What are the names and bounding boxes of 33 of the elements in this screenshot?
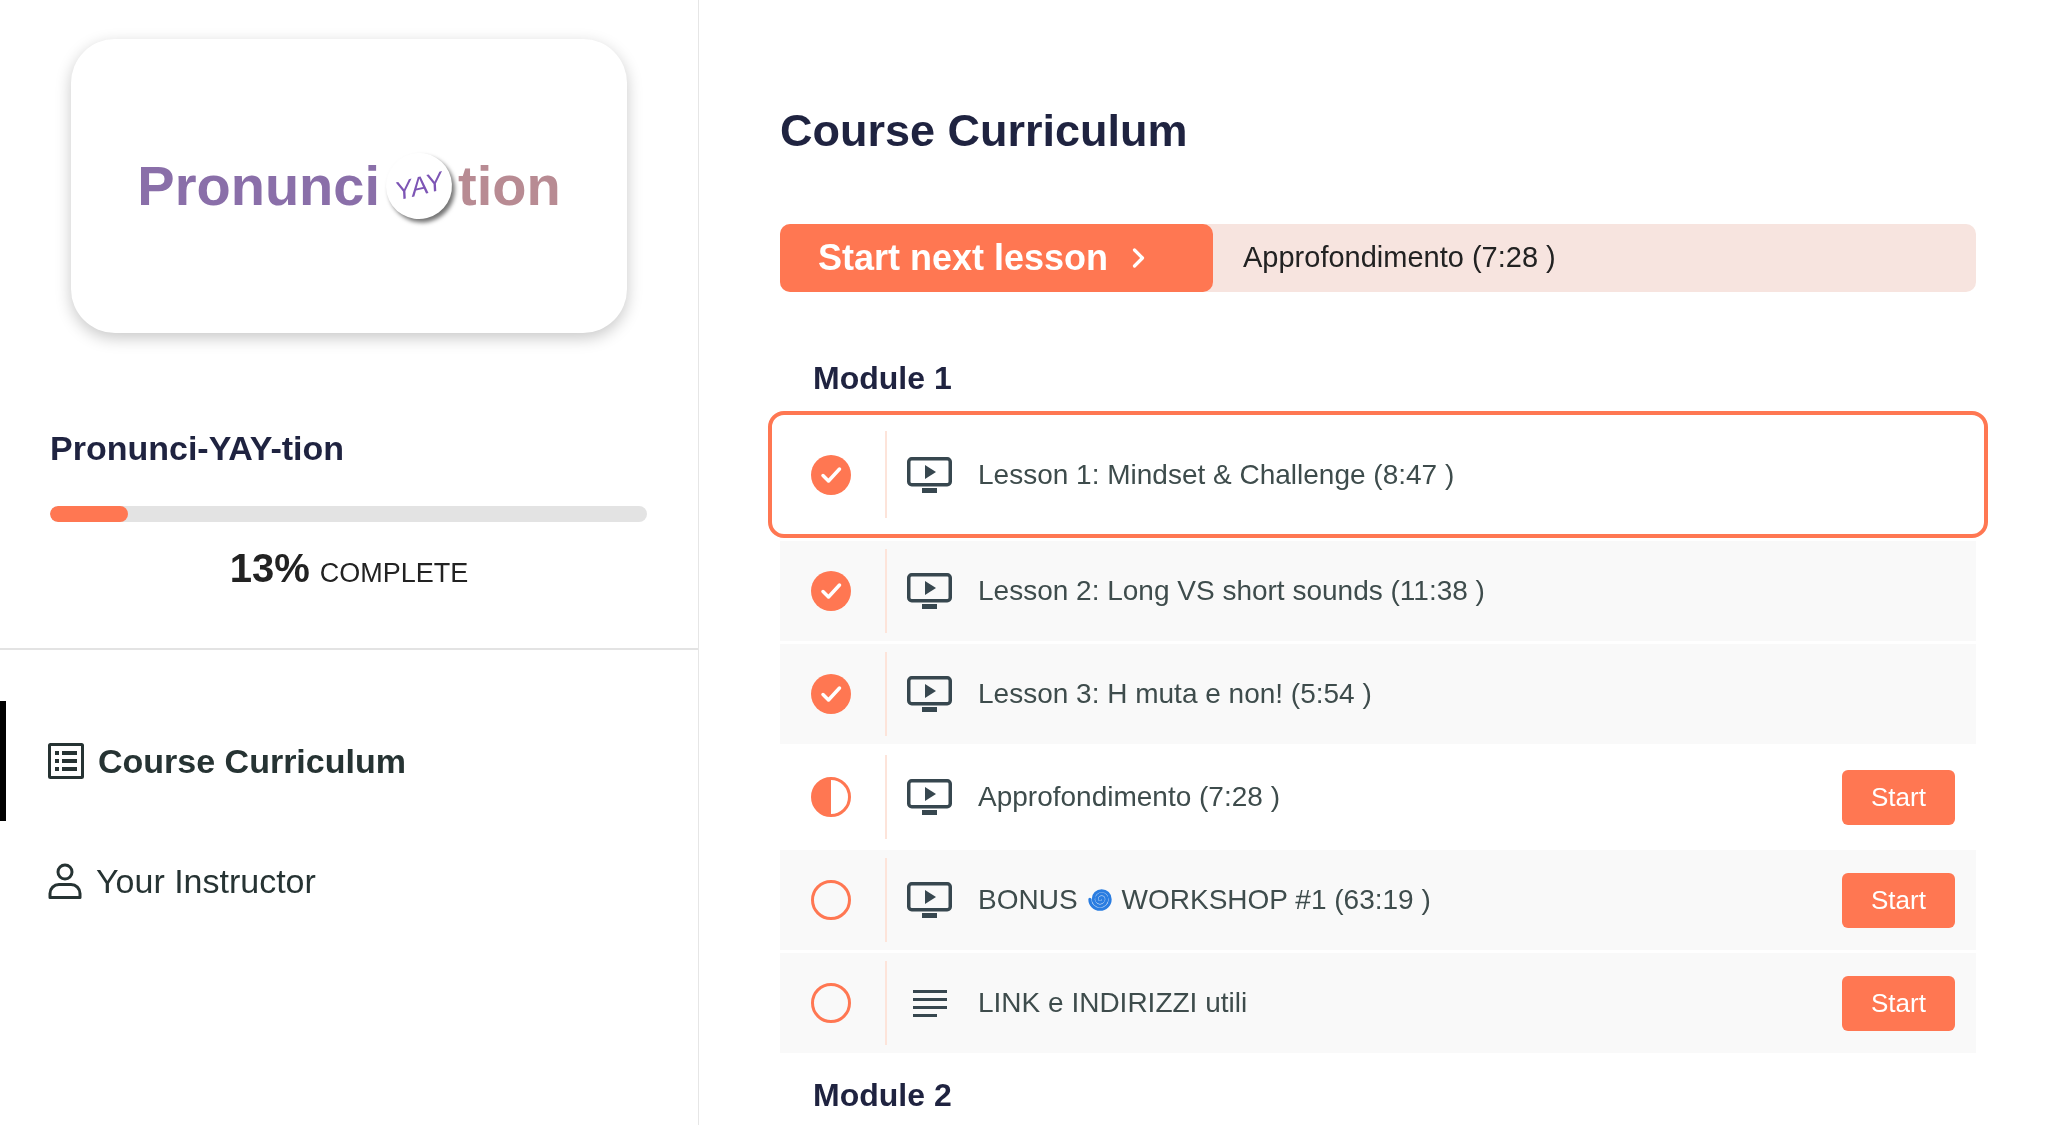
progress-label: COMPLETE	[319, 557, 469, 590]
lesson-row[interactable]: Lesson 2: Long VS short sounds (11:38 )	[780, 541, 1976, 641]
lesson-title: BONUS	[978, 883, 1078, 917]
video-monitor-icon	[907, 779, 952, 815]
course-title: Pronunci-YAY-tion	[50, 428, 346, 468]
video-monitor-icon	[907, 882, 952, 918]
lesson-title: LINK e INDIRIZZI utili	[978, 986, 1248, 1020]
lesson-title: WORKSHOP #1 (63:19 )	[1121, 883, 1431, 917]
logo-text: Pronunci	[137, 158, 381, 214]
lesson-row[interactable]: LINK e INDIRIZZI utili Start	[780, 953, 1976, 1053]
nav-item[interactable]: Your Instructor	[0, 821, 698, 941]
text-lines-icon	[912, 989, 947, 1017]
nav-item[interactable]: Course Curriculum	[0, 701, 698, 821]
video-monitor-icon	[907, 676, 952, 712]
lesson-row[interactable]: Lesson 1: Mindset & Challenge (8:47 )	[768, 411, 1988, 538]
lesson-title: Lesson 3: H muta e non! (5:54 )	[978, 677, 1372, 711]
lesson-title: Lesson 2: Long VS short sounds (11:38 )	[978, 574, 1485, 608]
spiral-icon	[1087, 889, 1112, 911]
progress-percent: 13%	[229, 545, 310, 592]
video-monitor-icon	[907, 456, 952, 493]
module-title: Module 1	[812, 359, 953, 398]
lesson-row[interactable]: Lesson 3: H muta e non! (5:54 )	[780, 644, 1976, 744]
lesson-row[interactable]: BONUS WORKSHOP #1 (63:19 ) Start	[780, 850, 1976, 950]
page-title: Course Curriculum	[780, 105, 1189, 157]
person-icon	[48, 863, 82, 899]
chevron-right-icon	[1132, 247, 1147, 269]
list-icon	[48, 743, 84, 779]
lesson-title: Approfondimento (7:28 )	[978, 780, 1280, 814]
lesson-title: Lesson 1: Mindset & Challenge (8:47 )	[978, 457, 1455, 492]
module-title: Module 2	[812, 1076, 953, 1115]
next-lesson-title: Approfondimento (7:28 )	[1243, 240, 1556, 276]
logo-text: tion	[458, 158, 561, 214]
video-monitor-icon	[907, 573, 952, 609]
